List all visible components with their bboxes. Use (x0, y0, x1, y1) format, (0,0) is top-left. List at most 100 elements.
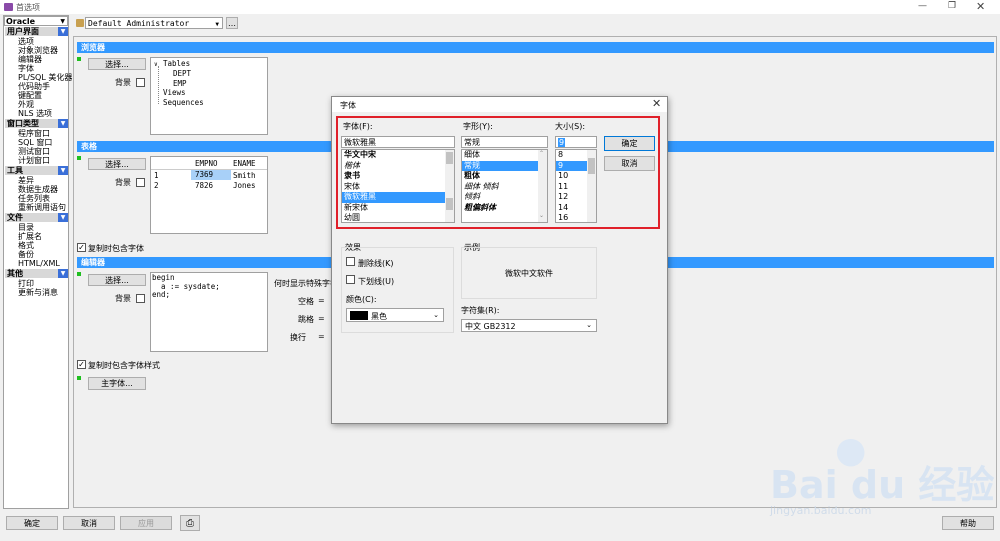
profile-icon (76, 19, 84, 27)
sidebar-category-label: 窗口类型 (7, 119, 39, 128)
scroll-down-icon[interactable]: ⌄ (539, 212, 544, 219)
font-input[interactable]: 微软雅黑 (341, 136, 455, 148)
print-icon[interactable]: ⎙ (180, 515, 200, 531)
style-list-scrollbar[interactable]: ⌃ ⌄ (538, 150, 547, 222)
sidebar-item[interactable]: PL/SQL 美化器 (18, 73, 72, 82)
sidebar-item[interactable]: 目录 (18, 223, 34, 232)
sidebar-item[interactable]: 程序窗口 (18, 129, 50, 138)
sidebar-category[interactable]: 窗口类型 ▼ (5, 119, 68, 128)
minimize-icon[interactable]: — (918, 1, 927, 11)
grid-copy-checkbox[interactable]: ✓ (77, 243, 86, 252)
editor-special-label: 何时显示特殊字符 (274, 279, 338, 288)
dialog-cancel-button[interactable]: 取消 (604, 156, 655, 171)
maximize-icon[interactable]: ❐ (948, 1, 956, 11)
size-input[interactable]: 9 (555, 136, 597, 148)
sidebar-item[interactable]: NLS 选项 (18, 109, 52, 118)
charset-select[interactable]: 中文 GB2312 ⌄ (461, 319, 597, 332)
cancel-button[interactable]: 取消 (63, 516, 115, 530)
sidebar-item[interactable]: 选项 (18, 37, 34, 46)
editor-tab-label: 跳格 (298, 315, 314, 324)
tree-tables: Tables (163, 59, 191, 68)
list-item[interactable]: 楷体 (342, 161, 454, 172)
sidebar-item[interactable]: 差异 (18, 176, 34, 185)
sidebar-item[interactable]: HTML/XML (18, 259, 60, 268)
list-item[interactable]: 细体 (462, 150, 547, 161)
list-item[interactable]: 常规 (462, 160, 547, 171)
sidebar-item[interactable]: 编辑器 (18, 55, 42, 64)
chevron-down-icon: ▼ (58, 213, 68, 222)
size-list-scrollbar[interactable] (587, 150, 596, 222)
sidebar-item[interactable]: 更新与消息 (18, 288, 58, 297)
sidebar-item[interactable]: 重新调用语句 (18, 203, 66, 212)
editor-space-label: 空格 (298, 297, 314, 306)
apply-button[interactable]: 应用 (120, 516, 172, 530)
sidebar-item[interactable]: 格式 (18, 241, 34, 250)
dialog-ok-button[interactable]: 确定 (604, 136, 655, 151)
browser-bg-label: 背景 (115, 78, 131, 87)
sidebar-item[interactable]: 外观 (18, 100, 34, 109)
sidebar-item[interactable]: 备份 (18, 250, 34, 259)
sidebar-category[interactable]: 用户界面 ▼ (5, 27, 68, 36)
sidebar-item[interactable]: 数据生成器 (18, 185, 58, 194)
grid-row1-num: 1 (154, 171, 159, 180)
list-item[interactable]: 倾斜 (462, 192, 547, 203)
dialog-titlebar: 字体 ✕ (332, 97, 667, 112)
scroll-thumb[interactable] (446, 198, 453, 210)
list-item[interactable]: 微软雅黑 (342, 192, 454, 203)
grid-bg-label: 背景 (115, 178, 131, 187)
list-item[interactable]: 新宋体 (342, 203, 454, 214)
sidebar-category[interactable]: 其他 ▼ (5, 269, 68, 278)
font-dialog: 字体 ✕ 字体(F): 微软雅黑 华文中宋 楷体 隶书 宋体 微软雅黑 新宋体 幼圆 字形(… (331, 96, 668, 424)
editor-bg-checkbox[interactable] (136, 294, 145, 303)
list-item[interactable]: 隶书 (342, 171, 454, 182)
browser-bg-checkbox[interactable] (136, 78, 145, 87)
style-list[interactable]: 细体 常规 粗体 细体 倾斜 倾斜 粗偏斜体 (461, 149, 548, 223)
sidebar-item[interactable]: 扩展名 (18, 232, 42, 241)
color-select[interactable]: 黑色 ⌄ (346, 308, 444, 322)
size-label: 大小(S): (555, 122, 586, 131)
profile-combo[interactable]: Default Administrator ▼ (85, 17, 223, 29)
more-button[interactable]: … (226, 17, 238, 29)
sidebar-item[interactable]: 对象浏览器 (18, 46, 58, 55)
sidebar-category[interactable]: 工具 ▼ (5, 166, 68, 175)
font-list-scrollbar[interactable] (445, 150, 454, 222)
dialog-close-icon[interactable]: ✕ (652, 97, 661, 110)
sidebar-item[interactable]: 计划窗口 (18, 156, 50, 165)
close-icon[interactable]: ✕ (976, 0, 985, 13)
sidebar-category-label: 工具 (7, 166, 23, 175)
main-font-button[interactable]: 主字体... (88, 377, 146, 390)
list-item[interactable]: 细体 倾斜 (462, 182, 547, 193)
sidebar-item[interactable]: 打印 (18, 279, 34, 288)
chevron-down-icon: ▼ (58, 269, 68, 278)
list-item[interactable]: 粗偏斜体 (462, 203, 547, 214)
sidebar-combo[interactable]: Oracle ▼ (4, 16, 68, 26)
grid-bg-checkbox[interactable] (136, 178, 145, 187)
editor-marker (77, 272, 81, 276)
list-item[interactable]: 宋体 (342, 182, 454, 193)
editor-newline-label: 换行 (290, 333, 306, 342)
underline-label: 下划线(U) (358, 277, 395, 286)
sidebar-item[interactable]: SQL 窗口 (18, 138, 52, 147)
ok-button[interactable]: 确定 (6, 516, 58, 530)
scroll-up-icon[interactable]: ⌃ (539, 150, 544, 157)
underline-checkbox[interactable] (346, 275, 355, 284)
browser-select-button[interactable]: 选择... (88, 58, 146, 70)
sidebar-item[interactable]: 字体 (18, 64, 34, 73)
style-input[interactable]: 常规 (461, 136, 548, 148)
font-list[interactable]: 华文中宋 楷体 隶书 宋体 微软雅黑 新宋体 幼圆 (341, 149, 455, 223)
strike-checkbox[interactable] (346, 257, 355, 266)
list-item[interactable]: 幼圆 (342, 213, 454, 222)
scroll-thumb[interactable] (446, 152, 453, 164)
sidebar-item[interactable]: 键配置 (18, 91, 42, 100)
editor-select-button[interactable]: 选择... (88, 274, 146, 286)
sidebar-item[interactable]: 代码助手 (18, 82, 50, 91)
sidebar-item[interactable]: 测试窗口 (18, 147, 50, 156)
editor-copy-checkbox[interactable]: ✓ (77, 360, 86, 369)
sidebar-category[interactable]: 文件 ▼ (5, 213, 68, 222)
scroll-thumb[interactable] (588, 158, 595, 174)
list-item[interactable]: 华文中宋 (342, 150, 454, 161)
list-item[interactable]: 粗体 (462, 171, 547, 182)
sidebar-item[interactable]: 任务列表 (18, 194, 50, 203)
grid-select-button[interactable]: 选择... (88, 158, 146, 170)
grid-row1-ename: Smith (233, 171, 256, 180)
